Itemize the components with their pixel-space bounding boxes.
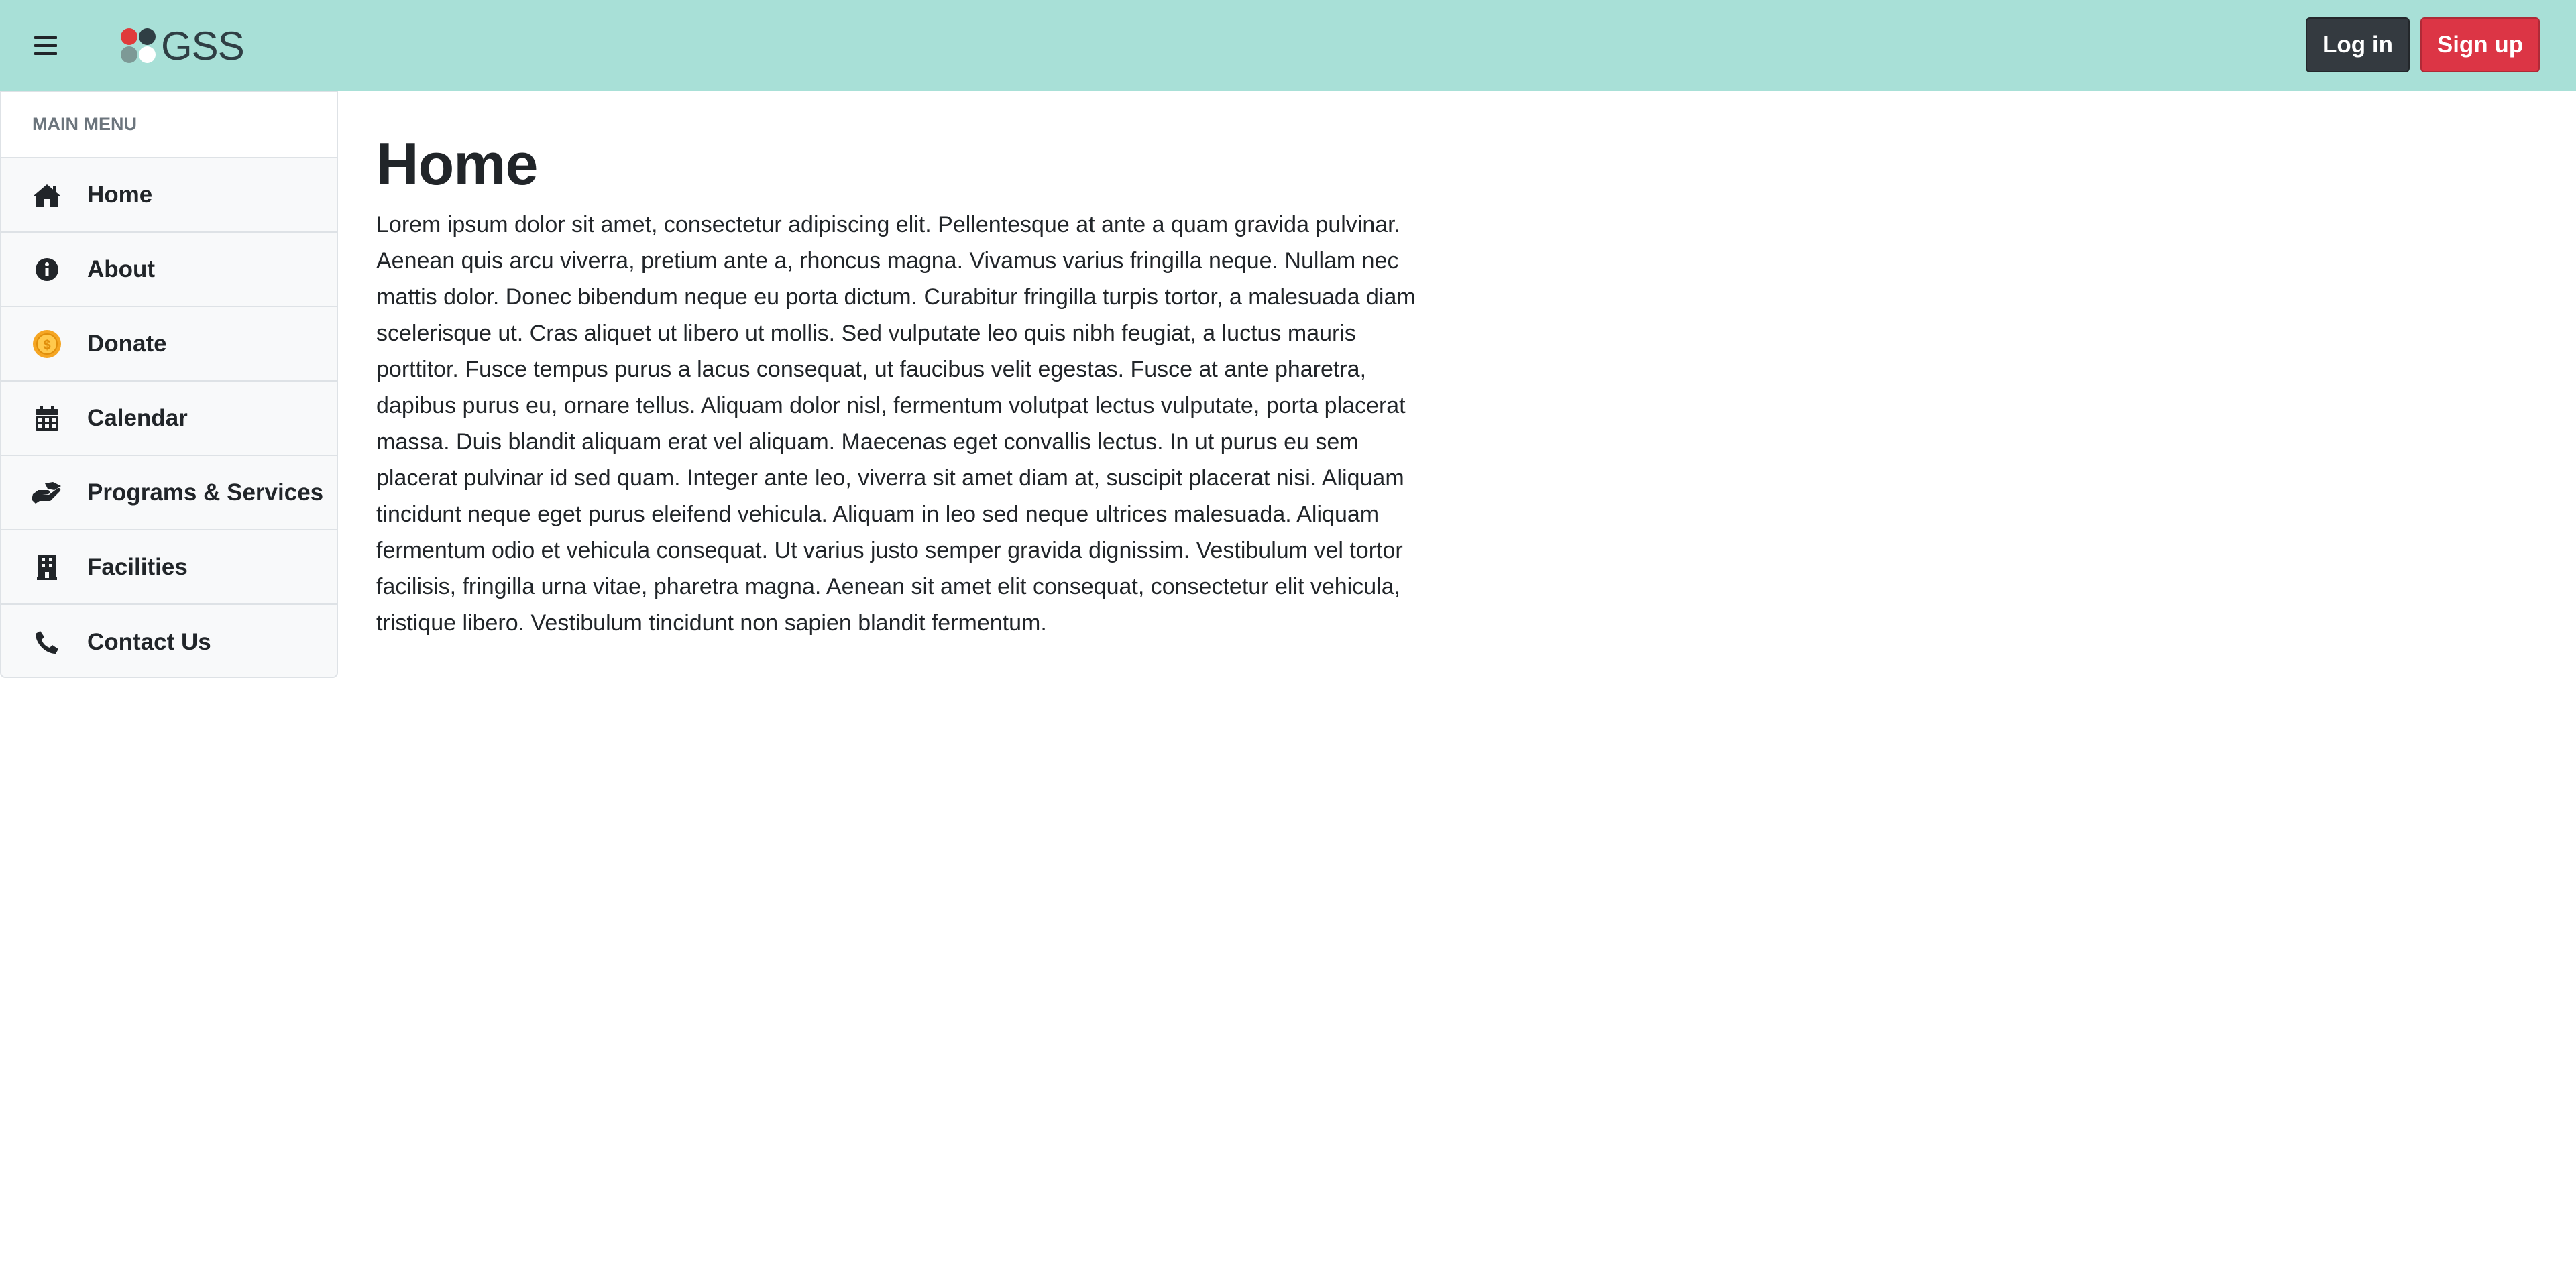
info-circle-icon	[31, 253, 63, 286]
sidebar-item-label: Contact Us	[87, 628, 211, 655]
login-button[interactable]: Log in	[2306, 17, 2410, 72]
page-body-text: Lorem ipsum dolor sit amet, consectetur …	[376, 212, 1416, 636]
sidebar-main-menu: MAIN MENU Home About $ Donate Calendar P…	[0, 91, 338, 678]
sidebar-item-label: Donate	[87, 330, 167, 357]
signup-button[interactable]: Sign up	[2420, 17, 2540, 72]
hand-holding-icon	[31, 477, 63, 509]
top-navbar: GSS Log in Sign up	[0, 0, 2576, 91]
building-icon	[31, 551, 63, 583]
brand-name: GSS	[161, 23, 245, 68]
home-icon	[31, 179, 63, 211]
hamburger-menu-icon[interactable]	[30, 30, 62, 62]
phone-icon	[31, 626, 63, 658]
page-title: Home	[376, 131, 539, 197]
main-menu-heading: MAIN MENU	[1, 92, 337, 158]
sidebar-item-facilities[interactable]: Facilities	[1, 530, 337, 605]
calendar-icon	[31, 402, 63, 434]
main-content: Home Lorem ipsum dolor sit amet, consect…	[376, 127, 1436, 641]
sidebar-item-donate[interactable]: $ Donate	[1, 307, 337, 382]
sidebar-item-label: About	[87, 255, 156, 282]
sidebar-item-contact-us[interactable]: Contact Us	[1, 605, 337, 677]
svg-text:$: $	[43, 338, 50, 353]
coin-icon: $	[31, 328, 63, 360]
sidebar-item-label: Facilities	[87, 553, 188, 580]
sidebar-item-label: Programs & Services	[87, 479, 324, 506]
sidebar-item-calendar[interactable]: Calendar	[1, 382, 337, 456]
sidebar-item-label: Home	[87, 181, 153, 208]
sidebar-item-label: Calendar	[87, 404, 188, 431]
logo-dots-icon	[121, 28, 156, 63]
sidebar-item-programs-services[interactable]: Programs & Services	[1, 456, 337, 530]
sidebar-item-home[interactable]: Home	[1, 158, 337, 233]
brand-logo[interactable]: GSS	[121, 23, 245, 68]
sidebar-item-about[interactable]: About	[1, 233, 337, 307]
